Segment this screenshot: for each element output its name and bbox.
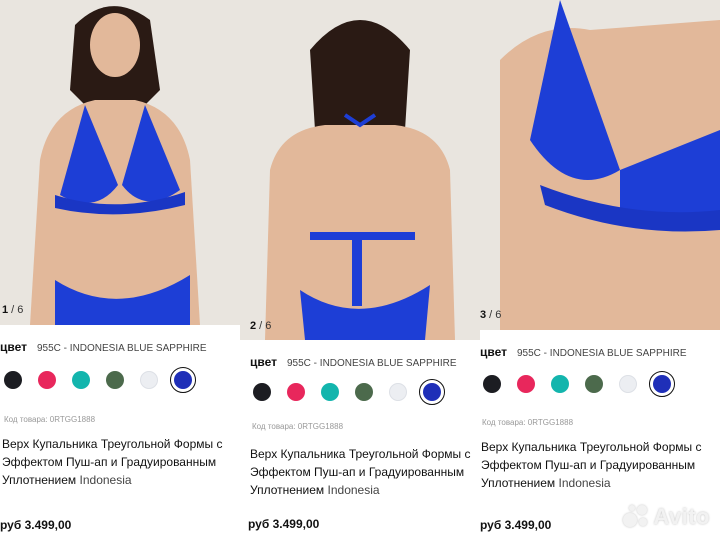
product-price: руб 3.499,00 [480,518,552,532]
product-title[interactable]: Верх Купальника Треугольной Формы с Эффе… [481,438,706,492]
product-info: цвет 955C - INDONESIA BLUE SAPPHIRE Код т… [240,340,480,540]
swatch-black[interactable] [253,383,271,401]
image-counter: 1 / 6 [2,304,24,316]
color-value: 955C - INDONESIA BLUE SAPPHIRE [287,358,457,369]
product-price: руб 3.499,00 [0,518,72,532]
color-swatches [253,379,445,405]
swatch-green[interactable] [585,375,603,393]
color-swatches [4,367,196,393]
model-back-image [240,0,480,340]
color-row: цвет 955C - INDONESIA BLUE SAPPHIRE [250,355,457,369]
color-value: 955C - INDONESIA BLUE SAPPHIRE [37,343,207,354]
model-closeup-image [480,0,720,330]
swatch-teal[interactable] [321,383,339,401]
product-info: цвет 955C - INDONESIA BLUE SAPPHIRE Код т… [0,325,240,540]
product-photo-3[interactable] [480,0,720,330]
product-title[interactable]: Верх Купальника Треугольной Формы с Эффе… [250,445,475,499]
product-title[interactable]: Верх Купальника Треугольной Формы с Эффе… [2,435,227,489]
product-code: Код товара: 0RTGG1888 [482,418,574,427]
color-label: цвет [0,340,27,354]
swatch-teal[interactable] [72,371,90,389]
color-swatches [483,371,675,397]
swatch-pink[interactable] [38,371,56,389]
swatch-white[interactable] [389,383,407,401]
product-code: Код товара: 0RTGG1888 [4,415,96,424]
color-value: 955C - INDONESIA BLUE SAPPHIRE [517,348,687,359]
swatch-pink[interactable] [517,375,535,393]
swatch-green[interactable] [106,371,124,389]
product-card-2: 2 / 6 цвет 955C - INDONESIA BLUE SAPPHIRE… [240,0,480,540]
swatch-blue-sapphire[interactable] [170,367,196,393]
product-card-3: 3 / 6 цвет 955C - INDONESIA BLUE SAPPHIRE… [480,0,720,540]
avito-text: Avito [653,504,710,529]
model-front-image [0,0,240,325]
color-label: цвет [480,345,507,359]
swatch-teal[interactable] [551,375,569,393]
swatch-white[interactable] [619,375,637,393]
avito-logo-icon [623,505,649,529]
product-price: руб 3.499,00 [248,517,320,531]
color-row: цвет 955C - INDONESIA BLUE SAPPHIRE [480,345,687,359]
swatch-green[interactable] [355,383,373,401]
swatch-black[interactable] [4,371,22,389]
color-label: цвет [250,355,277,369]
avito-watermark: Avito [623,504,710,530]
image-counter: 3 / 6 [480,309,502,321]
product-photo-1[interactable] [0,0,240,325]
swatch-black[interactable] [483,375,501,393]
product-card-1: 1 / 6 цвет 955C - INDONESIA BLUE SAPPHIRE… [0,0,240,540]
image-counter: 2 / 6 [250,320,272,332]
product-photo-2[interactable] [240,0,480,340]
swatch-blue-sapphire[interactable] [419,379,445,405]
swatch-pink[interactable] [287,383,305,401]
swatch-blue-sapphire[interactable] [649,371,675,397]
color-row: цвет 955C - INDONESIA BLUE SAPPHIRE [0,340,207,354]
swatch-white[interactable] [140,371,158,389]
product-code: Код товара: 0RTGG1888 [252,422,344,431]
